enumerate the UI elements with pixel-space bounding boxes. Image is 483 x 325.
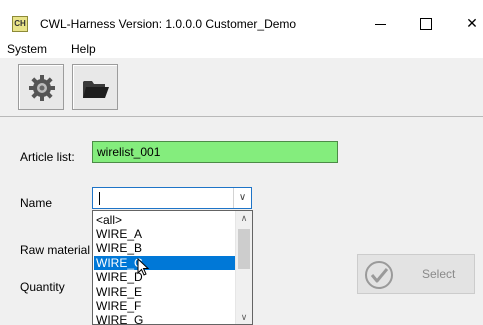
- minimize-button[interactable]: [357, 10, 403, 36]
- quantity-label: Quantity: [20, 280, 65, 294]
- text-caret: [99, 192, 100, 205]
- maximize-icon: [420, 18, 432, 31]
- dropdown-option-wire-c[interactable]: WIRE_C: [94, 256, 235, 270]
- title-bar: CH CWL-Harness Version: 1.0.0.0 Customer…: [0, 0, 483, 36]
- maximize-button[interactable]: [403, 10, 449, 36]
- select-button-label: Select: [422, 267, 456, 281]
- app-icon: CH: [12, 16, 28, 32]
- close-button[interactable]: ✕: [449, 10, 483, 36]
- select-button[interactable]: Select: [357, 254, 475, 294]
- menu-system[interactable]: System: [7, 42, 47, 56]
- name-combobox[interactable]: ∨: [92, 187, 252, 209]
- checkmark-circle-icon: [365, 261, 393, 289]
- dropdown-option-wire-a[interactable]: WIRE_A: [94, 227, 235, 241]
- dropdown-option-wire-b[interactable]: WIRE_B: [94, 241, 235, 255]
- dropdown-option-wire-g[interactable]: WIRE_G: [94, 313, 235, 324]
- gear-icon: [29, 75, 55, 101]
- mouse-pointer-icon: [137, 258, 150, 276]
- dropdown-scrollbar[interactable]: ∧ ∨: [235, 211, 252, 324]
- scroll-up-icon[interactable]: ∧: [236, 211, 252, 225]
- article-list-label: Article list:: [20, 150, 75, 164]
- raw-material-label: Raw material: [20, 243, 91, 257]
- chevron-down-icon[interactable]: ∨: [233, 188, 251, 208]
- toolbar: [0, 58, 483, 117]
- open-folder-button[interactable]: [72, 64, 118, 110]
- name-dropdown-list[interactable]: <all> WIRE_A WIRE_B WIRE_C WIRE_D WIRE_E…: [92, 210, 253, 325]
- dropdown-option-wire-d[interactable]: WIRE_D: [94, 270, 235, 284]
- close-icon: ✕: [466, 15, 478, 31]
- dropdown-option-all[interactable]: <all>: [94, 213, 235, 227]
- article-list-field[interactable]: wirelist_001: [92, 141, 338, 163]
- dropdown-option-wire-f[interactable]: WIRE_F: [94, 299, 235, 313]
- menu-bar: System Help: [0, 36, 483, 58]
- name-input[interactable]: [94, 189, 242, 207]
- scroll-down-icon[interactable]: ∨: [236, 310, 252, 324]
- folder-icon: [83, 81, 109, 98]
- menu-help[interactable]: Help: [71, 42, 96, 56]
- name-label: Name: [20, 196, 53, 210]
- window-title: CWL-Harness Version: 1.0.0.0 Customer_De…: [40, 17, 297, 31]
- scrollbar-thumb[interactable]: [238, 229, 250, 269]
- dropdown-option-wire-e[interactable]: WIRE_E: [94, 285, 235, 299]
- settings-button[interactable]: [18, 64, 64, 110]
- minimize-icon: [374, 23, 386, 25]
